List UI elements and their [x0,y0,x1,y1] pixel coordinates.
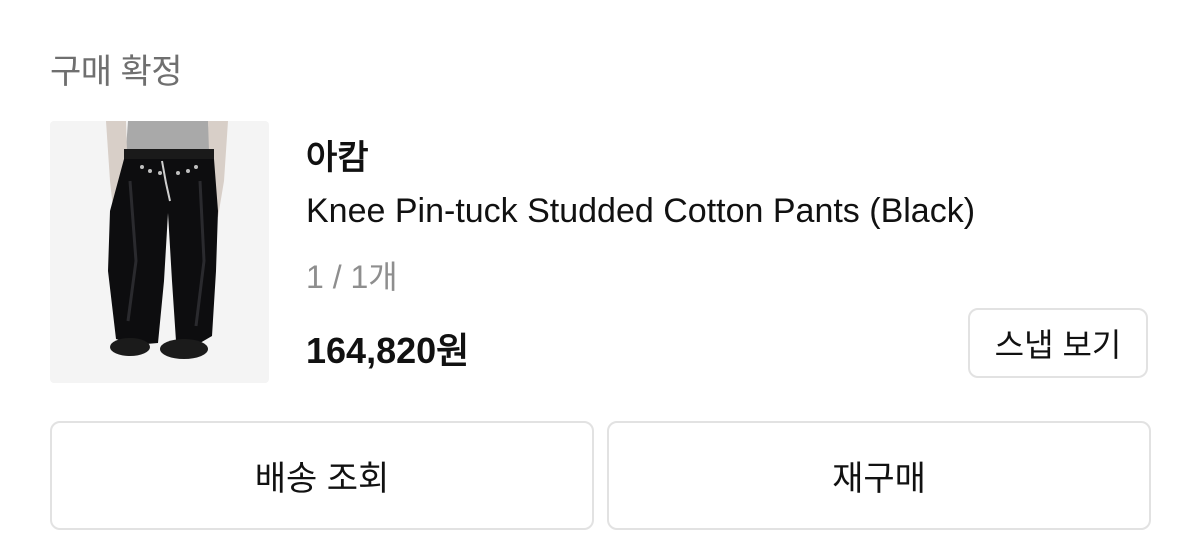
product-name[interactable]: Knee Pin-tuck Studded Cotton Pants (Blac… [306,192,975,231]
reorder-button[interactable]: 재구매 [607,421,1151,530]
pants-product-photo [106,121,228,359]
product-thumbnail[interactable] [50,121,269,383]
order-status: 구매 확정 [50,53,183,91]
order-card: 구매 확정 아캄 Knee Pin-tuck Studded Cotton Pa… [0,0,1200,551]
track-delivery-button[interactable]: 배송 조회 [50,421,594,530]
product-quantity: 1 / 1개 [306,259,398,295]
snap-view-button[interactable]: 스냅 보기 [968,308,1148,378]
product-price: 164,820원 [306,330,470,371]
brand-name[interactable]: 아캄 [306,130,369,179]
